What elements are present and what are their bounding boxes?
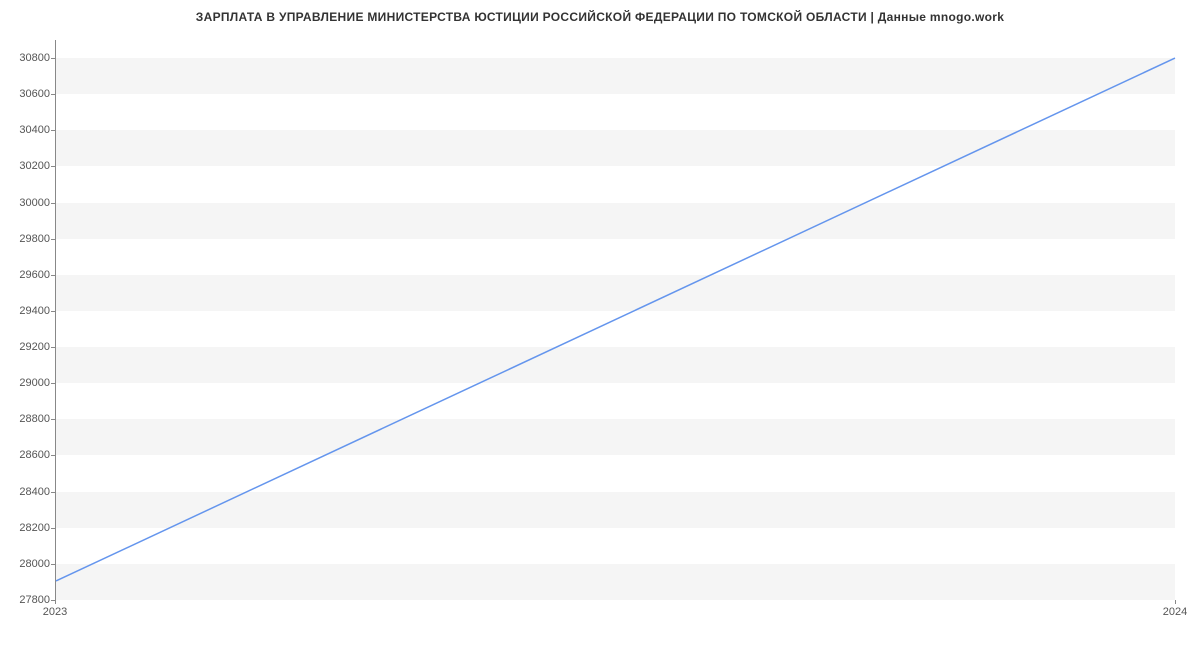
y-tick-mark xyxy=(51,239,55,240)
y-tick-label: 30600 xyxy=(0,88,50,100)
x-tick-label: 2023 xyxy=(43,606,67,618)
y-tick-mark xyxy=(51,130,55,131)
chart-title: ЗАРПЛАТА В УПРАВЛЕНИЕ МИНИСТЕРСТВА ЮСТИЦ… xyxy=(0,10,1200,24)
y-tick-label: 29800 xyxy=(0,233,50,245)
x-tick-label: 2024 xyxy=(1163,606,1187,618)
y-tick-mark xyxy=(51,528,55,529)
y-tick-label: 27800 xyxy=(0,594,50,606)
y-tick-label: 28800 xyxy=(0,413,50,425)
y-tick-mark xyxy=(51,203,55,204)
y-tick-mark xyxy=(51,419,55,420)
y-tick-label: 28600 xyxy=(0,449,50,461)
y-tick-mark xyxy=(51,94,55,95)
y-tick-label: 28000 xyxy=(0,558,50,570)
y-tick-label: 30800 xyxy=(0,52,50,64)
y-tick-label: 29000 xyxy=(0,377,50,389)
y-tick-mark xyxy=(51,383,55,384)
y-tick-label: 29200 xyxy=(0,341,50,353)
y-tick-label: 28200 xyxy=(0,522,50,534)
y-tick-label: 30200 xyxy=(0,160,50,172)
x-tick-mark xyxy=(55,600,56,604)
y-tick-label: 28400 xyxy=(0,486,50,498)
series-line xyxy=(56,58,1175,581)
y-tick-label: 29400 xyxy=(0,305,50,317)
plot-area xyxy=(55,40,1175,600)
y-tick-mark xyxy=(51,311,55,312)
y-tick-mark xyxy=(51,166,55,167)
y-tick-label: 29600 xyxy=(0,269,50,281)
y-tick-label: 30400 xyxy=(0,124,50,136)
x-tick-mark xyxy=(1175,600,1176,604)
y-tick-label: 30000 xyxy=(0,197,50,209)
y-tick-mark xyxy=(51,455,55,456)
y-tick-mark xyxy=(51,58,55,59)
y-tick-mark xyxy=(51,564,55,565)
y-tick-mark xyxy=(51,275,55,276)
line-series-svg xyxy=(56,40,1175,599)
y-tick-mark xyxy=(51,492,55,493)
y-tick-mark xyxy=(51,347,55,348)
